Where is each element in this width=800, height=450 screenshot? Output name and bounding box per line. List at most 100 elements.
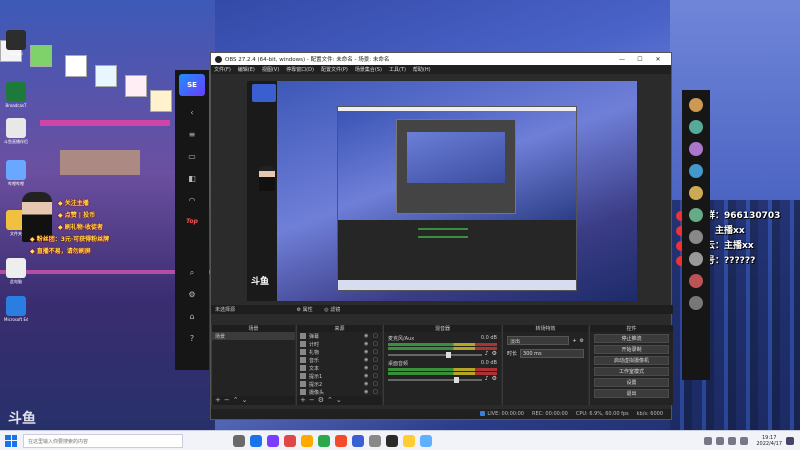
- visibility-eye-icon[interactable]: ◉: [364, 341, 370, 347]
- taskbar-app-icon[interactable]: [301, 434, 313, 447]
- visibility-eye-icon[interactable]: ◉: [364, 333, 370, 339]
- properties-button[interactable]: ⚙ 属性: [297, 307, 313, 313]
- menu-item[interactable]: 工具(T): [389, 66, 406, 73]
- title-bar[interactable]: OBS 27.2.4 (64-bit, windows) - 配置文件: 未命名…: [211, 53, 671, 65]
- taskbar-app-icon[interactable]: [284, 434, 296, 447]
- add-scene-button[interactable]: +: [215, 396, 224, 404]
- control-button[interactable]: 启动虚拟摄像机: [594, 356, 669, 365]
- volume-slider[interactable]: [388, 352, 482, 358]
- gear-icon[interactable]: ⚙: [492, 350, 497, 357]
- lock-icon[interactable]: ▢: [373, 365, 379, 371]
- slider-knob[interactable]: [453, 377, 459, 383]
- source-item[interactable]: 提示2 ◉ ▢: [297, 380, 382, 388]
- source-item[interactable]: 计时 ◉ ▢: [297, 340, 382, 348]
- user-avatar-icon[interactable]: [689, 186, 703, 200]
- add-source-button[interactable]: +: [300, 396, 309, 404]
- taskbar-app-icon[interactable]: [386, 434, 398, 447]
- notification-icon[interactable]: [786, 436, 794, 445]
- menu-item[interactable]: 文件(F): [214, 66, 231, 73]
- user-avatar-icon[interactable]: [689, 120, 703, 134]
- user-avatar-icon[interactable]: [689, 142, 703, 156]
- move-up-icon[interactable]: ⌃: [233, 396, 242, 404]
- menu-item[interactable]: 视图(V): [262, 66, 279, 73]
- source-item[interactable]: 提示1 ◉ ▢: [297, 372, 382, 380]
- taskbar-app-icon[interactable]: [318, 434, 330, 447]
- menu-item[interactable]: 场景集合(S): [355, 66, 382, 73]
- menu-item[interactable]: 编辑(E): [238, 66, 255, 73]
- desktop-icon[interactable]: Microsoft Edge: [4, 296, 28, 322]
- list-icon[interactable]: ≡: [184, 130, 200, 140]
- taskbar-app-icon[interactable]: [233, 434, 245, 447]
- search-icon[interactable]: ⌕: [184, 268, 200, 278]
- menu-item[interactable]: 配置文件(P): [321, 66, 348, 73]
- top-tag[interactable]: Top: [184, 218, 200, 228]
- taskbar-app-icon[interactable]: [335, 434, 347, 447]
- volume-slider[interactable]: [388, 377, 482, 383]
- control-button[interactable]: 停止推流: [594, 334, 669, 343]
- volume-icon[interactable]: [728, 436, 737, 445]
- taskbar-search-input[interactable]: 在这里输入你要搜索的内容: [23, 433, 183, 448]
- lock-icon[interactable]: ▢: [373, 341, 379, 347]
- transition-settings-icon[interactable]: ⚙: [580, 338, 584, 344]
- visibility-eye-icon[interactable]: ◉: [364, 365, 370, 371]
- speaker-icon[interactable]: ♪: [485, 375, 489, 382]
- app-logo[interactable]: SE: [179, 74, 205, 96]
- close-button[interactable]: ✕: [649, 56, 667, 63]
- control-button[interactable]: 开始录制: [594, 345, 669, 354]
- taskbar-app-icon[interactable]: [420, 434, 432, 447]
- lock-icon[interactable]: ▢: [373, 333, 379, 339]
- taskbar-app-icon[interactable]: [352, 434, 364, 447]
- visibility-eye-icon[interactable]: ◉: [364, 373, 370, 379]
- slider-knob[interactable]: [446, 352, 452, 358]
- visibility-eye-icon[interactable]: ◉: [364, 357, 370, 363]
- lock-icon[interactable]: ▢: [373, 381, 379, 387]
- preview-canvas[interactable]: 斗鱼: [247, 81, 637, 301]
- taskbar-app-icon[interactable]: [267, 434, 279, 447]
- user-avatar-icon[interactable]: [689, 208, 703, 222]
- control-button[interactable]: 工作室模式: [594, 367, 669, 376]
- source-item[interactable]: 音乐 ◉ ▢: [297, 356, 382, 364]
- user-avatar-icon[interactable]: [689, 252, 703, 266]
- network-icon[interactable]: [716, 436, 725, 445]
- control-button[interactable]: 退出: [594, 389, 669, 398]
- scene-item[interactable]: 场景: [212, 332, 295, 340]
- home-icon[interactable]: ⌂: [184, 312, 200, 322]
- add-transition-button[interactable]: +: [572, 338, 576, 344]
- move-down-icon[interactable]: ⌄: [336, 396, 345, 404]
- visibility-eye-icon[interactable]: ◉: [364, 389, 370, 395]
- user-avatar-icon[interactable]: [689, 164, 703, 178]
- duration-input[interactable]: 300 ms: [520, 349, 584, 358]
- taskbar-app-icon[interactable]: [403, 434, 415, 447]
- help-icon[interactable]: ?: [184, 334, 200, 344]
- remove-scene-button[interactable]: −: [224, 396, 233, 404]
- start-button[interactable]: [5, 434, 17, 447]
- tray-chevron-icon[interactable]: [704, 436, 713, 445]
- desktop-icon[interactable]: xiaoyu: [4, 30, 28, 56]
- source-settings-icon[interactable]: ⚙: [318, 396, 327, 404]
- user-avatar-icon[interactable]: [689, 274, 703, 288]
- source-item[interactable]: 礼物 ◉ ▢: [297, 348, 382, 356]
- user-avatar-icon[interactable]: [689, 98, 703, 112]
- source-item[interactable]: 文本 ◉ ▢: [297, 364, 382, 372]
- user-avatar-icon[interactable]: [689, 230, 703, 244]
- wifi-icon[interactable]: ◠: [184, 196, 200, 206]
- move-down-icon[interactable]: ⌄: [242, 396, 251, 404]
- visibility-eye-icon[interactable]: ◉: [364, 381, 370, 387]
- gear-icon[interactable]: ⚙: [492, 375, 497, 382]
- speaker-icon[interactable]: ♪: [485, 350, 489, 357]
- source-item[interactable]: 摄像头 ◉ ▢: [297, 388, 382, 396]
- ime-icon[interactable]: [740, 436, 749, 445]
- lock-icon[interactable]: ▢: [373, 373, 379, 379]
- move-up-icon[interactable]: ⌃: [327, 396, 336, 404]
- chat-icon[interactable]: ▭: [184, 152, 200, 162]
- transition-select[interactable]: 淡出: [507, 336, 570, 345]
- lock-icon[interactable]: ▢: [373, 349, 379, 355]
- desktop-icon[interactable]: 此电脑: [4, 258, 28, 285]
- minimize-button[interactable]: —: [613, 56, 631, 63]
- menu-item[interactable]: 帮助(H): [413, 66, 431, 73]
- gear-icon[interactable]: ⚙: [184, 290, 200, 300]
- user-avatar-icon[interactable]: [689, 296, 703, 310]
- maximize-button[interactable]: ☐: [631, 56, 649, 63]
- desktop-icon[interactable]: 斗鱼直播伴侣: [4, 118, 28, 145]
- control-button[interactable]: 设置: [594, 378, 669, 387]
